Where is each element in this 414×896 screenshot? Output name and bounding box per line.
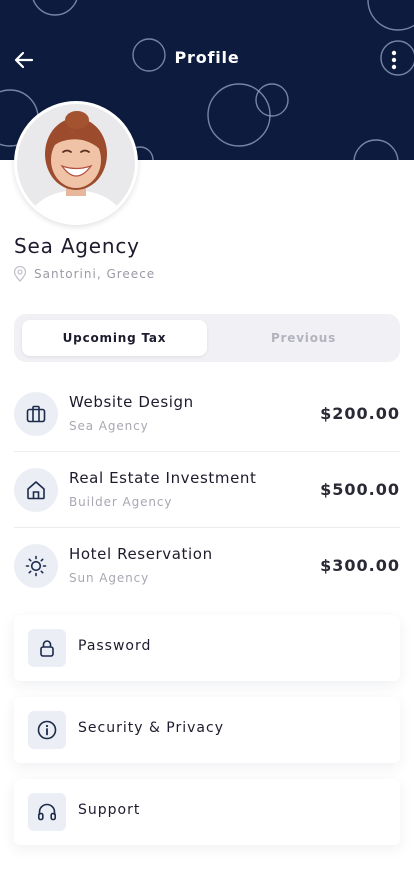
tax-subtitle: Sea Agency [69, 419, 149, 433]
tab-upcoming-tax[interactable]: Upcoming Tax [22, 320, 207, 356]
more-options-button[interactable] [382, 46, 406, 74]
profile-location: Santorini, Greece [13, 266, 155, 282]
tax-item-hotel-reservation[interactable]: Hotel Reservation Sun Agency $300.00 [14, 528, 400, 603]
menu-label: Security & Privacy [78, 720, 224, 736]
tax-title: Hotel Reservation [69, 545, 213, 563]
headphones-icon [28, 793, 66, 831]
lock-icon [28, 629, 66, 667]
menu-label: Support [78, 802, 141, 818]
sun-icon [14, 544, 58, 588]
tax-amount: $300.00 [320, 556, 400, 575]
tax-item-website-design[interactable]: Website Design Sea Agency $200.00 [14, 376, 400, 452]
page-title: Profile [174, 48, 240, 67]
tax-item-real-estate-investment[interactable]: Real Estate Investment Builder Agency $5… [14, 452, 400, 528]
tax-title: Website Design [69, 393, 194, 411]
tax-list: Website Design Sea Agency $200.00 Real E… [14, 376, 400, 603]
tax-subtitle: Builder Agency [69, 495, 173, 509]
home-icon [14, 468, 58, 512]
menu-item-security-privacy[interactable]: Security & Privacy [14, 697, 400, 763]
tax-subtitle: Sun Agency [69, 571, 150, 585]
tax-amount: $200.00 [320, 404, 400, 423]
menu-item-password[interactable]: Password [14, 615, 400, 681]
briefcase-icon [14, 392, 58, 436]
tax-title: Real Estate Investment [69, 469, 257, 487]
tax-tabs: Upcoming Tax Previous [14, 314, 400, 362]
profile-name: Sea Agency [14, 234, 140, 258]
menu-label: Password [78, 638, 152, 654]
avatar[interactable] [14, 101, 138, 225]
location-label: Santorini, Greece [34, 267, 156, 281]
map-pin-icon [13, 266, 27, 282]
tax-amount: $500.00 [320, 480, 400, 499]
tab-previous[interactable]: Previous [211, 320, 396, 356]
info-icon [28, 711, 66, 749]
more-vertical-icon [391, 50, 397, 70]
menu-item-support[interactable]: Support [14, 779, 400, 845]
avatar-photo [17, 104, 135, 222]
